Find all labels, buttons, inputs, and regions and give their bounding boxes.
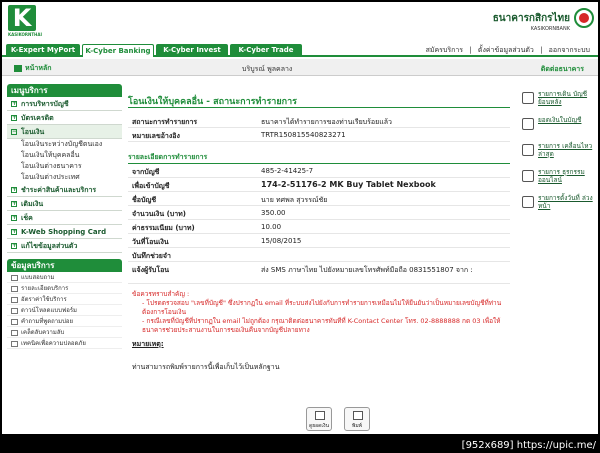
top-links: สมัครบริการ | ตั้งค่าข้อมูลส่วนตัว | ออก… xyxy=(422,45,590,56)
quick-links: รายการเดิน บัญชีย้อนหลัง ยอดเงินในบัญชี … xyxy=(522,90,594,220)
sidebar-item-payment[interactable]: + ชำระค่าสินค้าและบริการ xyxy=(7,183,122,197)
document-icon xyxy=(11,296,18,303)
sidebar-item-account[interactable]: + การบริหารบัญชี xyxy=(7,97,122,111)
service-faq[interactable]: คำถามที่พูดถามบ่อย xyxy=(7,316,122,327)
product-tabs: K-Expert MyPort K-Cyber Banking K-Cyber … xyxy=(2,42,598,57)
tab-k-cyber-trade[interactable]: K-Cyber Trade xyxy=(230,44,302,57)
browser-viewport: K KASIKORNTHAI ธนาคารกสิกรไทย KASIKORNBA… xyxy=(2,2,598,434)
detail-notify: แจ้งผู้รับโอน ส่ง SMS ภาษาไทย ไปยังหมายเล… xyxy=(128,262,510,284)
lock-icon xyxy=(11,340,18,347)
kbank-logo[interactable]: K KASIKORNTHAI xyxy=(8,5,42,39)
quick-link-balance[interactable]: ยอดเงินในบัญชี xyxy=(522,116,594,140)
home-icon xyxy=(14,64,22,72)
sidebar: เมนูบริการ + การบริหารบัญชี + บัตรเครดิต −… xyxy=(7,84,122,349)
expand-icon: + xyxy=(11,200,18,207)
sidebar-item-credit-card[interactable]: + บัตรเครดิต xyxy=(7,111,122,125)
expand-icon: + xyxy=(11,214,18,221)
tab-k-cyber-banking[interactable]: K-Cyber Banking xyxy=(82,44,154,57)
home-link[interactable]: หน้าหลัก xyxy=(14,63,51,74)
note-2: - กรณีเลขที่บัญชีที่ปรากฏใน email ไม่ถูก… xyxy=(142,317,501,334)
bank-name-en: KASIKORNBANK xyxy=(530,26,570,32)
service-security[interactable]: เทคนิคเพื่อความปลอดภัย xyxy=(7,338,122,349)
detail-memo: บันทึกช่วยจำ xyxy=(128,248,510,262)
quick-link-online[interactable]: รายการ ธุรกรรมออนไลน์ xyxy=(522,168,594,192)
sidebar-item-profile[interactable]: + แก้ไขข้อมูลส่วนตัว xyxy=(7,239,122,253)
sidebar-sub-interbank[interactable]: โอนเงินต่างธนาคาร xyxy=(7,161,122,172)
service-details[interactable]: รายละเอียดบริการ xyxy=(7,283,122,294)
note-1: - โปรดตรวจสอบ "เลขที่บัญชี" ซึ่งปรากฏใน … xyxy=(142,299,502,316)
important-notes: ข้อควรทราบสำคัญ : - โปรดตรวจสอบ "เลขที่บ… xyxy=(128,290,510,335)
question-icon xyxy=(11,318,18,325)
tab-k-expert-myport[interactable]: K-Expert MyPort xyxy=(6,44,80,57)
monitor-icon xyxy=(522,170,534,182)
service-fees[interactable]: อัตราค่าใช้บริการ xyxy=(7,294,122,305)
sidebar-item-kweb-shopping[interactable]: + K-Web Shopping Card xyxy=(7,225,122,239)
menu-title: เมนูบริการ xyxy=(7,84,122,97)
status-row: สถานะการทำรายการ ธนาคารได้ทำรายการของท่า… xyxy=(128,114,510,128)
quick-link-statement[interactable]: รายการเดิน บัญชีย้อนหลัง xyxy=(522,90,594,114)
reference-row: หมายเลขอ้างอิง TRTR150815540823271 xyxy=(128,128,510,142)
print-button[interactable]: พิมพ์ xyxy=(344,407,370,431)
service-tips[interactable]: เคล็ดลับความลับ xyxy=(7,327,122,338)
contact-bank-link[interactable]: ติดต่อธนาคาร xyxy=(541,64,584,75)
separator: | xyxy=(469,46,472,54)
clock-icon xyxy=(522,196,534,208)
k-logo-mark: K xyxy=(8,5,36,31)
quick-link-recent[interactable]: รายการ เคลื่อนไหวล่าสุด xyxy=(522,142,594,166)
balance-icon xyxy=(315,411,325,420)
sidebar-item-transfer[interactable]: − โอนเงิน xyxy=(7,125,122,139)
bank-name: ธนาคารกสิกรไทย KASIKORNBANK xyxy=(493,11,570,32)
collapse-icon: − xyxy=(11,128,18,135)
service-survey[interactable]: แบบสอบถาม xyxy=(7,272,122,283)
page-title: โอนเงินให้บุคคลอื่น - สถานะการทำรายการ xyxy=(128,94,510,108)
logo-text: KASIKORNTHAI xyxy=(8,32,42,37)
sidebar-sub-international[interactable]: โอนเงินต่างประเทศ xyxy=(7,172,122,183)
print-hint: ท่านสามารถพิมพ์รายการนี้เพื่อเก็บไว้เป็น… xyxy=(132,363,280,371)
detail-amount: จำนวนเงิน (บาท) 350.00 xyxy=(128,206,510,220)
expand-icon: + xyxy=(11,186,18,193)
settings-link[interactable]: ตั้งค่าข้อมูลส่วนตัว xyxy=(478,46,534,54)
sidebar-sub-other-transfer[interactable]: โอนเงินให้บุคคลอื่น xyxy=(7,150,122,161)
expand-icon: + xyxy=(11,242,18,249)
printer-icon xyxy=(353,411,363,420)
watermark-url: [952x689] https://upic.me/ xyxy=(461,440,596,451)
expand-icon: + xyxy=(11,114,18,121)
detail-account-name: ชื่อบัญชี นาย ทศพล สุวรรณ์ชัย xyxy=(128,192,510,206)
sub-bar: หน้าหลัก บริบูรณ์ พูลคลาง ติดต่อธนาคาร xyxy=(2,59,598,76)
remark-label: หมายเหตุ: xyxy=(132,340,164,348)
service-download-forms[interactable]: ดาวน์โหลดแบบฟอร์ม xyxy=(7,305,122,316)
detail-date: วันที่โอนเงิน 15/08/2015 xyxy=(128,234,510,248)
user-name: บริบูรณ์ พูลคลาง xyxy=(242,65,293,73)
money-bag-icon xyxy=(522,118,534,130)
view-balance-button[interactable]: ดูยอดเงิน xyxy=(306,407,332,431)
bank-name-th: ธนาคารกสิกรไทย xyxy=(492,13,570,24)
list-icon xyxy=(522,144,534,156)
service-title: ข้อมูลบริการ xyxy=(7,259,122,272)
logout-link[interactable]: ออกจากระบบ xyxy=(549,46,590,54)
quick-link-scheduled[interactable]: รายการตั้งวันที่ ล่วงหน้า xyxy=(522,194,594,218)
detail-to-account: เพื่อเข้าบัญชี 174-2-51176-2 MK Buy Table… xyxy=(128,178,510,192)
download-icon xyxy=(11,307,18,314)
apply-service-link[interactable]: สมัครบริการ xyxy=(426,46,463,54)
sidebar-item-topup[interactable]: + เติมเงิน xyxy=(7,197,122,211)
action-buttons: ดูยอดเงิน พิมพ์ xyxy=(302,407,382,431)
separator: | xyxy=(540,46,543,54)
sidebar-sub-own-transfer[interactable]: โอนเงินระหว่างบัญชีตนเอง xyxy=(7,139,122,150)
tab-k-cyber-invest[interactable]: K-Cyber Invest xyxy=(156,44,228,57)
bank-seal-icon xyxy=(574,8,594,28)
lightbulb-icon xyxy=(11,329,18,336)
detail-fee: ค่าธรรมเนียม (บาท) 10.00 xyxy=(128,220,510,234)
statement-icon xyxy=(522,92,534,104)
sidebar-item-cheque[interactable]: + เช็ค xyxy=(7,211,122,225)
main-content: โอนเงินให้บุคคลอื่น - สถานะการทำรายการ ส… xyxy=(128,94,510,373)
checkbox-icon xyxy=(11,274,18,281)
details-section-title: รายละเอียดการทำรายการ xyxy=(128,150,510,164)
site-header: K KASIKORNTHAI ธนาคารกสิกรไทย KASIKORNBA… xyxy=(2,2,598,42)
detail-from-account: จากบัญชี 485-2-41425-7 xyxy=(128,164,510,178)
expand-icon: + xyxy=(11,100,18,107)
notes-title: ข้อควรทราบสำคัญ : xyxy=(132,290,190,298)
expand-icon: + xyxy=(11,228,18,235)
document-icon xyxy=(11,285,18,292)
